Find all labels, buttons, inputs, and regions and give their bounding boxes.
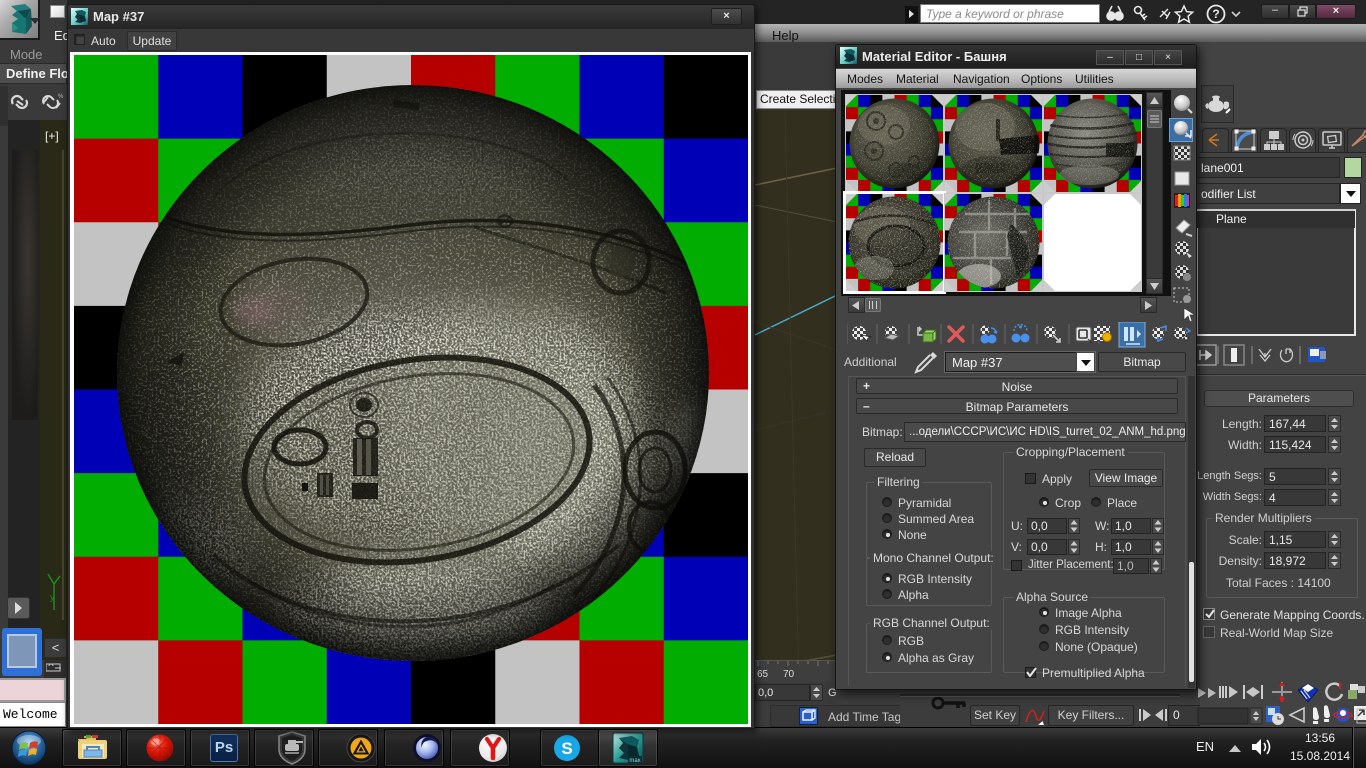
svg-text:65: 65 <box>757 669 769 680</box>
svg-text:max: max <box>629 758 640 764</box>
svg-text:70: 70 <box>783 669 795 680</box>
svg-text:%: % <box>58 94 64 100</box>
svg-text:S: S <box>561 739 572 758</box>
svg-text:y: y <box>50 592 55 602</box>
svg-text:?: ? <box>1212 7 1219 21</box>
